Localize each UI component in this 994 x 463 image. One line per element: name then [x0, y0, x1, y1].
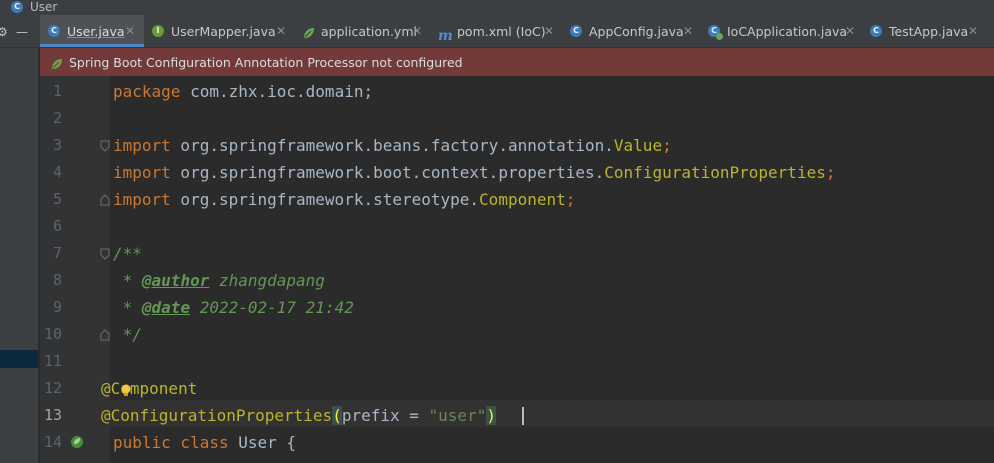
code-text: * @date 2022-02-17 21:42: [113, 298, 354, 317]
code-text: @ConfigurationProperties(prefix = "user"…: [101, 406, 496, 425]
line-number[interactable]: 11: [40, 348, 62, 375]
code-line: 14 public class User {: [0, 429, 994, 456]
line-number[interactable]: 8: [40, 267, 62, 294]
close-icon[interactable]: ✕: [544, 24, 554, 39]
fold-start-icon[interactable]: [100, 140, 110, 152]
code-line: 7 /**: [0, 240, 994, 267]
tab-label: application.yml: [321, 24, 417, 39]
code-line: 4 import org.springframework.boot.contex…: [0, 159, 994, 186]
line-number[interactable]: 2: [40, 105, 62, 132]
tab-label: User.java: [67, 24, 125, 39]
tab-iocapplication-java[interactable]: C IoCApplication.java ✕: [700, 15, 862, 47]
code-line: 5 import org.springframework.stereotype.…: [0, 186, 994, 213]
close-icon[interactable]: ✕: [125, 24, 135, 39]
line-number[interactable]: 6: [40, 213, 62, 240]
code-text: /**: [113, 244, 142, 263]
fold-start-icon[interactable]: [100, 248, 110, 260]
line-number[interactable]: 9: [40, 294, 62, 321]
breadcrumb-item[interactable]: User: [30, 0, 57, 14]
line-number[interactable]: 1: [40, 78, 62, 105]
tab-label: pom.xml (IoC): [457, 24, 546, 39]
tab-label: IoCApplication.java: [727, 24, 848, 39]
code-line: 8 * @author zhangdapang: [0, 267, 994, 294]
breadcrumb: C User: [0, 0, 994, 15]
code-text: public class User {: [113, 433, 297, 452]
code-line: 3 import org.springframework.beans.facto…: [0, 132, 994, 159]
spring-bean-gutter-icon[interactable]: [68, 434, 86, 454]
line-number[interactable]: 7: [40, 240, 62, 267]
spring-leaf-icon: [50, 56, 64, 75]
code-text: */: [113, 325, 142, 344]
tab-label: AppConfig.java: [589, 24, 684, 39]
close-icon[interactable]: ✕: [412, 24, 422, 39]
tab-label: TestApp.java: [889, 24, 969, 39]
line-number[interactable]: 12: [40, 375, 62, 402]
code-text: @Component: [101, 379, 198, 398]
code-line: 9 * @date 2022-02-17 21:42: [0, 294, 994, 321]
maven-icon: m: [438, 28, 453, 44]
tab-testapp-java[interactable]: C TestApp.java ✕: [862, 15, 994, 47]
code-line: 2: [0, 105, 994, 132]
fold-end-icon[interactable]: [100, 194, 110, 206]
class-icon: C: [48, 25, 60, 37]
tab-user-java[interactable]: C User.java ✕: [40, 15, 144, 47]
code-line: 6: [0, 213, 994, 240]
code-text: * @author zhangdapang: [113, 271, 325, 290]
tab-usermapper-java[interactable]: I UserMapper.java ✕: [144, 15, 294, 47]
editor-tab-bar: ⚙ — C User.java ✕ I UserMapper.java ✕ ap…: [0, 15, 994, 48]
hide-icon[interactable]: —: [16, 25, 28, 39]
code-text: import org.springframework.beans.factory…: [113, 136, 672, 155]
notification-banner: Spring Boot Configuration Annotation Pro…: [40, 48, 994, 76]
line-number[interactable]: 10: [40, 321, 62, 348]
code-text: package com.zhx.ioc.domain;: [113, 82, 374, 101]
code-line: 10 */: [0, 321, 994, 348]
close-icon[interactable]: ✕: [968, 24, 978, 39]
close-icon[interactable]: ✕: [845, 24, 855, 39]
spring-boot-class-icon: C: [708, 25, 723, 40]
code-text: import org.springframework.stereotype.Co…: [113, 190, 576, 209]
interface-icon: I: [152, 25, 164, 37]
class-icon: C: [570, 25, 582, 37]
code-line: 12 @Component: [0, 375, 994, 402]
line-number[interactable]: 14: [40, 429, 62, 456]
class-icon: C: [11, 1, 23, 13]
class-icon: C: [870, 25, 882, 37]
tab-label: UserMapper.java: [171, 24, 276, 39]
code-line: 11: [0, 348, 994, 375]
line-number[interactable]: 5: [40, 186, 62, 213]
code-line: 13 @ConfigurationProperties(prefix = "us…: [0, 402, 994, 429]
spring-yml-icon: [302, 25, 316, 44]
settings-icon[interactable]: ⚙: [0, 25, 8, 39]
line-number[interactable]: 3: [40, 132, 62, 159]
code-line: 1 package com.zhx.ioc.domain;: [0, 78, 994, 105]
close-icon[interactable]: ✕: [276, 24, 286, 39]
code-text: import org.springframework.boot.context.…: [113, 163, 836, 182]
line-number[interactable]: 4: [40, 159, 62, 186]
tab-pom-xml[interactable]: m pom.xml (IoC) ✕: [430, 15, 560, 47]
tab-application-yml[interactable]: application.yml ✕: [294, 15, 430, 47]
line-number[interactable]: 13: [40, 402, 62, 429]
text-caret: [522, 407, 524, 425]
fold-end-icon[interactable]: [100, 329, 110, 341]
intention-bulb-icon[interactable]: [120, 383, 132, 402]
notification-text[interactable]: Spring Boot Configuration Annotation Pro…: [69, 55, 463, 70]
close-icon[interactable]: ✕: [683, 24, 693, 39]
tab-appconfig-java[interactable]: C AppConfig.java ✕: [562, 15, 699, 47]
